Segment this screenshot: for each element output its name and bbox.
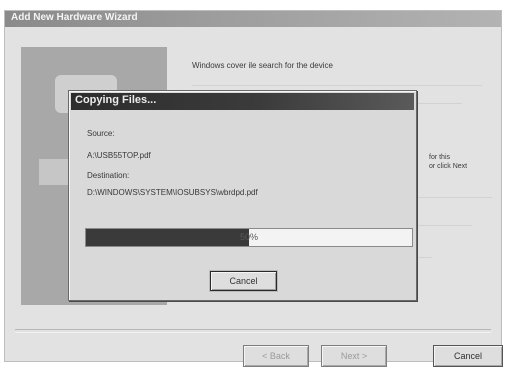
wizard-cancel-button[interactable]: Cancel (433, 345, 503, 367)
faint-text-line (192, 85, 482, 86)
wizard-title: Add New Hardware Wizard (11, 12, 138, 23)
copy-dialog-titlebar[interactable]: Copying Files... (71, 93, 414, 110)
destination-label: Destination: (87, 171, 130, 180)
source-label: Source: (87, 129, 115, 138)
progress-percent: 50% (239, 232, 259, 242)
progress-fill (86, 229, 249, 246)
destination-path: D:\WINDOWS\SYSTEM\IOSUBSYS\wbrdpd.pdf (87, 188, 258, 197)
back-button[interactable]: < Back (243, 345, 309, 367)
copy-progress-bar: 50% (85, 228, 413, 247)
wizard-side-message: for this or click Next (429, 153, 467, 171)
next-button[interactable]: Next > (321, 345, 387, 367)
copy-cancel-button[interactable]: Cancel (210, 271, 277, 291)
copying-files-dialog: Copying Files... Source: A:\USB55TOP.pdf… (68, 90, 417, 301)
wizard-divider (15, 329, 491, 333)
wizard-message: Windows cover ile search for the device (192, 61, 333, 70)
side-message-line: or click Next (429, 163, 468, 170)
source-path: A:\USB55TOP.pdf (87, 151, 151, 160)
side-message-line: for this (429, 154, 451, 161)
wizard-titlebar[interactable]: Add New Hardware Wizard (5, 11, 501, 27)
copy-dialog-title: Copying Files... (75, 94, 157, 106)
